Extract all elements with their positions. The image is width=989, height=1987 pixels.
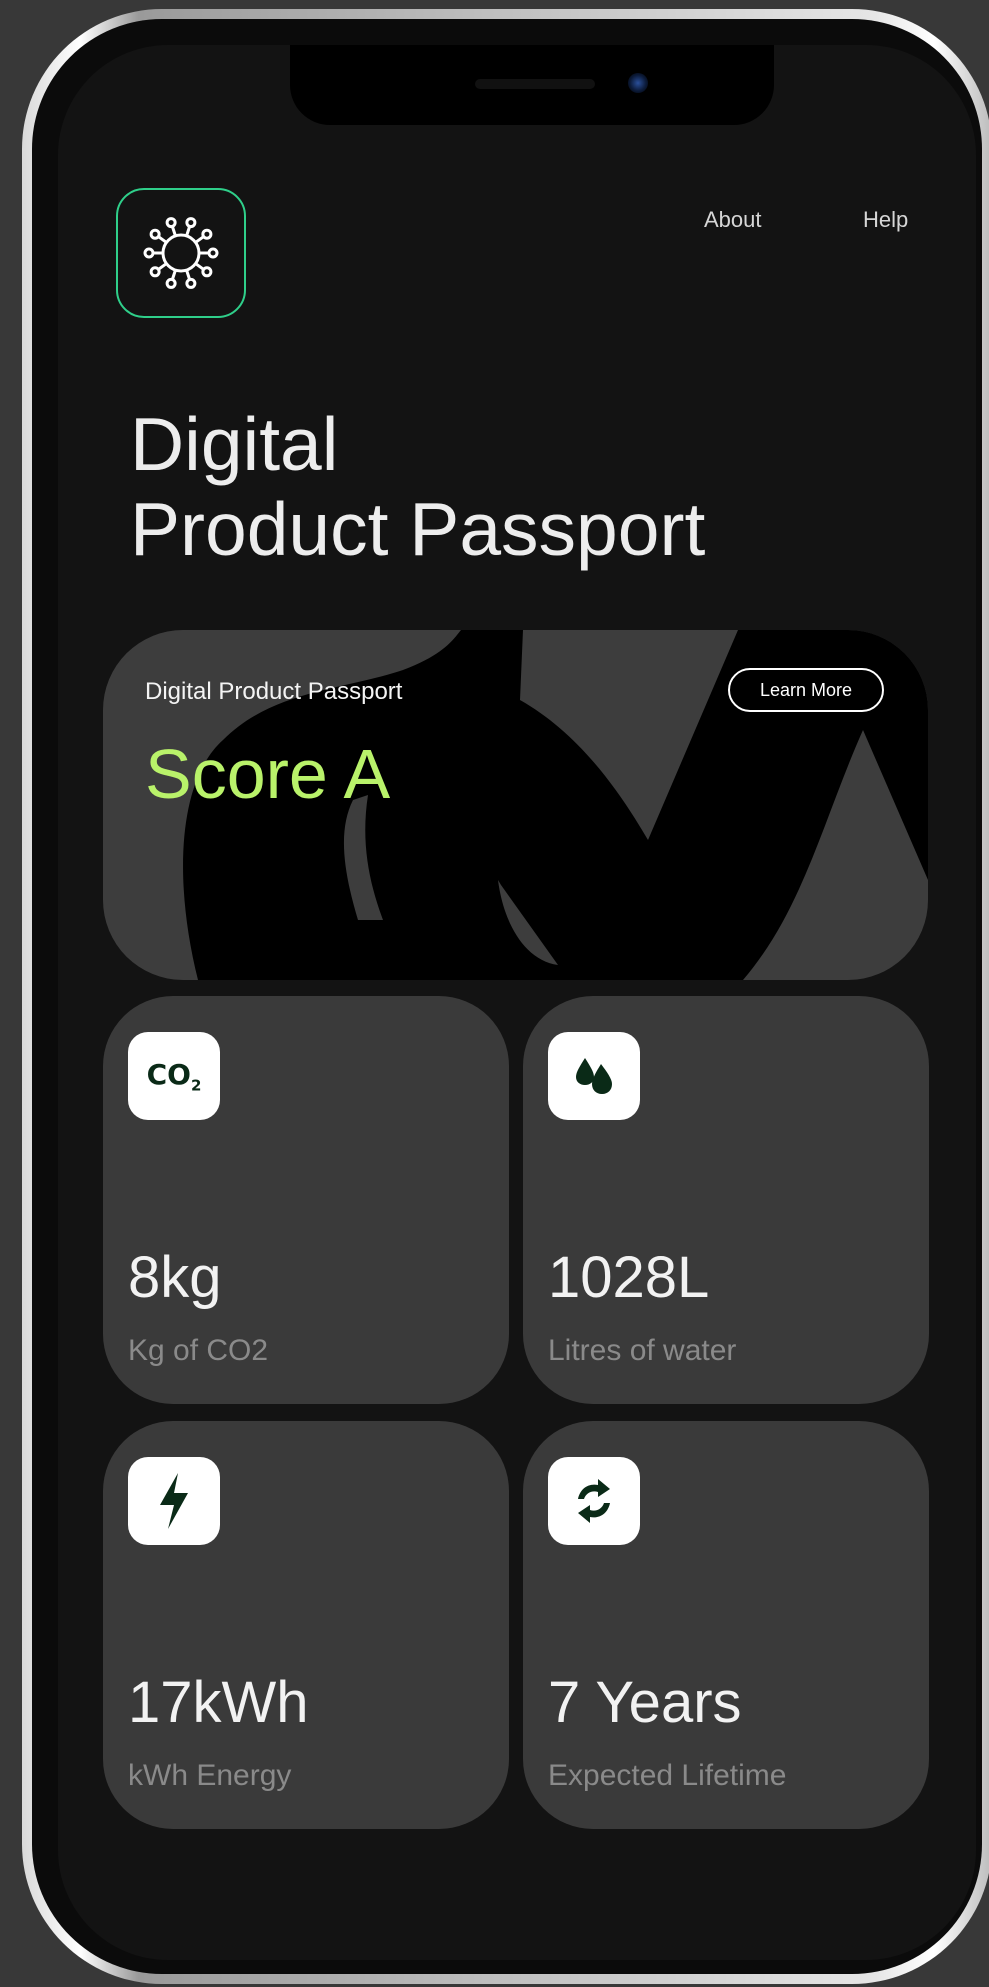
learn-more-button[interactable]: Learn More <box>728 668 884 712</box>
front-camera <box>628 73 648 93</box>
stat-card-water[interactable]: 1028L Litres of water <box>523 996 929 1404</box>
stat-label: Expected Lifetime <box>548 1759 787 1792</box>
stat-value: 8kg <box>128 1245 222 1310</box>
logo-spike-tip <box>165 217 177 229</box>
stat-icon-tile: CO2 <box>128 1032 220 1120</box>
logo-spike-tip <box>149 266 161 278</box>
logo-spike-tip <box>201 228 213 240</box>
logo-spike-tip <box>207 247 219 259</box>
water-drops-icon <box>576 1058 612 1094</box>
page-title-line-1: Digital <box>130 402 339 486</box>
logo-spike <box>185 225 192 237</box>
logo-spike <box>194 235 205 244</box>
app-logo[interactable] <box>116 188 246 318</box>
logo-spike-tip <box>185 277 197 289</box>
recycle-arrows-icon <box>578 1479 610 1523</box>
stat-icon-tile <box>128 1457 220 1545</box>
logo-spike-tip <box>149 228 161 240</box>
logo-spike-tip <box>143 247 155 259</box>
stat-icon-tile <box>548 1457 640 1545</box>
logo-spike-tip <box>165 277 177 289</box>
nav-about-link[interactable]: About <box>704 207 762 233</box>
page-title-line-2: Product Passport <box>130 487 706 571</box>
score-card-caption: Digital Product Passport <box>145 678 403 705</box>
logo-spike <box>157 235 168 244</box>
stat-label: Kg of CO2 <box>128 1334 269 1367</box>
stat-value: 7 Years <box>548 1670 742 1735</box>
logo-spike-tip <box>185 217 197 229</box>
stat-label: Litres of water <box>548 1334 737 1367</box>
page-title: Digital Product Passport <box>130 402 890 572</box>
score-card: Digital Product Passport Learn More Scor… <box>103 630 928 980</box>
nav-help-link[interactable]: Help <box>863 207 908 233</box>
stat-value: 1028L <box>548 1245 710 1310</box>
co2-icon: CO2 <box>146 1057 202 1095</box>
stat-card-lifetime[interactable]: 7 Years Expected Lifetime <box>523 1421 929 1829</box>
stat-value: 17kWh <box>128 1670 309 1735</box>
logo-spike <box>194 262 205 271</box>
score-value: Score A <box>145 735 391 813</box>
logo-spike <box>170 225 177 237</box>
phone-notch <box>290 45 774 125</box>
stat-label: kWh Energy <box>128 1759 292 1792</box>
stat-icon-tile <box>548 1032 640 1120</box>
app-screen: About Help Digital Product Passport Digi… <box>58 45 976 1960</box>
logo-spike-tip <box>201 266 213 278</box>
virus-logo-icon <box>143 217 219 289</box>
logo-spike <box>157 262 168 271</box>
stat-card-co2[interactable]: CO2 8kg Kg of CO2 <box>103 996 509 1404</box>
speaker-grille <box>475 79 595 89</box>
stat-card-energy[interactable]: 17kWh kWh Energy <box>103 1421 509 1829</box>
lightning-bolt-icon <box>160 1473 188 1529</box>
